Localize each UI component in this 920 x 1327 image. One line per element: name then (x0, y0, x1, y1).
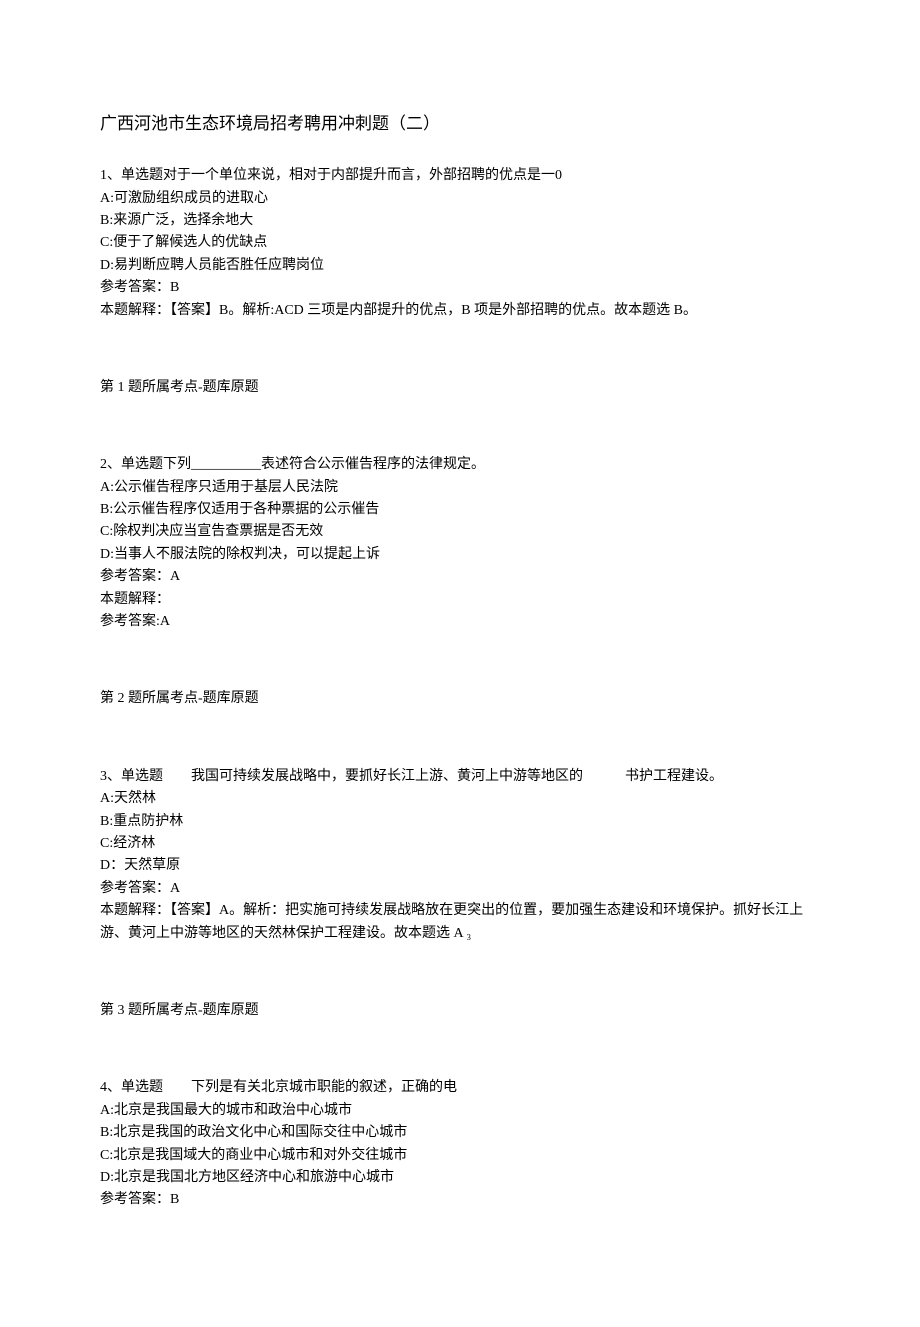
question-block-4: 4、单选题 下列是有关北京城市职能的叙述，正确的电 A:北京是我国最大的城市和政… (100, 1077, 820, 1211)
question-stem: 3、单选题 我国可持续发展战略中，要抓好长江上游、黄河上中游等地区的 书护工程建… (100, 766, 820, 788)
question-block-3: 3、单选题 我国可持续发展战略中，要抓好长江上游、黄河上中游等地区的 书护工程建… (100, 766, 820, 1023)
option-c: C:除权判决应当宣告查票据是否无效 (100, 521, 820, 543)
option-a: A:天然林 (100, 788, 820, 810)
option-a: A:可激励组织成员的进取心 (100, 188, 820, 210)
option-d: D:当事人不服法院的除权判决，可以提起上诉 (100, 544, 820, 566)
question-stem: 2、单选题下列__________表述符合公示催告程序的法律规定。 (100, 454, 820, 476)
option-c: C:北京是我国域大的商业中心城市和对外交往城市 (100, 1145, 820, 1167)
answer: 参考答案：A (100, 566, 820, 588)
extra-answer: 参考答案:A (100, 611, 820, 633)
option-a: A:公示催告程序只适用于基层人民法院 (100, 477, 820, 499)
option-d: D：天然草原 (100, 855, 820, 877)
question-stem: 1、单选题对于一个单位来说，相对于内部提升而言，外部招聘的优点是一0 (100, 165, 820, 187)
explanation: 本题解释：【答案】A。解析：把实施可持续发展战略放在更突出的位置，要加强生态建设… (100, 900, 820, 945)
question-block-1: 1、单选题对于一个单位来说，相对于内部提升而言，外部招聘的优点是一0 A:可激励… (100, 165, 820, 399)
option-c: C:便于了解候选人的优缺点 (100, 232, 820, 254)
answer: 参考答案：A (100, 878, 820, 900)
option-a: A:北京是我国最大的城市和政治中心城市 (100, 1100, 820, 1122)
answer: 参考答案：B (100, 277, 820, 299)
answer: 参考答案：B (100, 1189, 820, 1211)
option-d: D:北京是我国北方地区经济中心和旅游中心城市 (100, 1167, 820, 1189)
topic-ref: 第 3 题所属考点-题库原题 (100, 1000, 820, 1022)
explanation: 本题解释： (100, 589, 820, 611)
option-b: B:重点防护林 (100, 811, 820, 833)
topic-ref: 第 2 题所属考点-题库原题 (100, 688, 820, 710)
question-block-2: 2、单选题下列__________表述符合公示催告程序的法律规定。 A:公示催告… (100, 454, 820, 711)
explanation: 本题解释：【答案】B。解析:ACD 三项是内部提升的优点，B 项是外部招聘的优点… (100, 300, 820, 322)
option-c: C:经济林 (100, 833, 820, 855)
option-b: B:来源广泛，选择余地大 (100, 210, 820, 232)
topic-ref: 第 1 题所属考点-题库原题 (100, 377, 820, 399)
option-b: B:北京是我国的政治文化中心和国际交往中心城市 (100, 1122, 820, 1144)
document-page: 广西河池市生态环境局招考聘用冲刺题（二） 1、单选题对于一个单位来说，相对于内部… (0, 0, 920, 1327)
option-b: B:公示催告程序仅适用于各种票据的公示催告 (100, 499, 820, 521)
document-title: 广西河池市生态环境局招考聘用冲刺题（二） (100, 110, 820, 137)
question-stem: 4、单选题 下列是有关北京城市职能的叙述，正确的电 (100, 1077, 820, 1099)
option-d: D:易判断应聘人员能否胜任应聘岗位 (100, 255, 820, 277)
